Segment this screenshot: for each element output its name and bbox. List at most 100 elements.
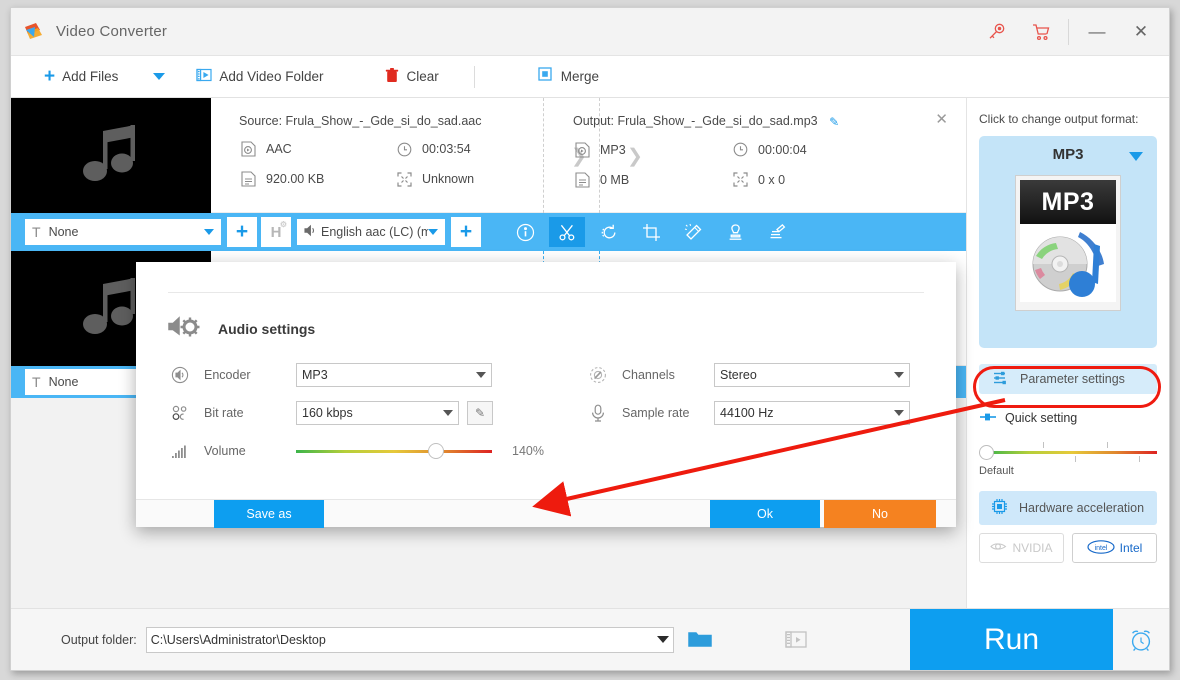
chevron-down-icon[interactable] [1129, 152, 1143, 161]
volume-track [296, 442, 492, 459]
minimize-button[interactable]: — [1075, 8, 1119, 56]
chevron-down-icon[interactable] [656, 636, 669, 643]
parameter-settings-button[interactable]: Parameter settings [979, 364, 1157, 394]
media-file-icon [573, 141, 591, 159]
encoder-select[interactable]: MP3 [296, 363, 492, 387]
effect-icon[interactable] [675, 217, 711, 247]
add-files-dropdown-icon[interactable] [153, 73, 166, 80]
cpu-chip-icon [991, 498, 1008, 518]
rename-pencil-icon[interactable]: ✎ [829, 115, 839, 129]
channels-value: Stereo [720, 368, 757, 382]
clock-icon [731, 141, 749, 159]
crop-icon[interactable] [633, 217, 669, 247]
dialog-divider [168, 292, 924, 293]
save-as-button[interactable]: Save as [214, 499, 324, 528]
add-files-label: Add Files [62, 69, 119, 84]
volume-icon [168, 443, 192, 459]
app-logo-icon [23, 21, 45, 43]
source-format: AAC [239, 140, 395, 158]
quality-slider[interactable]: Default [979, 442, 1157, 477]
channels-field: Channels Stereo [586, 356, 936, 394]
folder-icon[interactable] [674, 609, 726, 671]
bitrate-field: Bit rate 160 kbps ✎ [168, 394, 548, 432]
output-meta-row-2: 0 MB 0 x 0 [573, 171, 968, 189]
bitrate-label: Bit rate [204, 406, 244, 420]
channels-label: Channels [622, 368, 675, 382]
encoder-field: Encoder MP3 [168, 356, 548, 394]
add-video-folder-button[interactable]: Add Video Folder [187, 56, 332, 97]
close-button[interactable]: ✕ [1119, 8, 1163, 56]
chevron-down-icon [476, 372, 486, 378]
output-list-icon[interactable] [770, 609, 822, 671]
nvidia-eye-icon [990, 541, 1007, 555]
volume-field: Volume 140% [168, 432, 548, 470]
info-icon[interactable] [507, 217, 543, 247]
intel-logo-icon: intel [1087, 539, 1115, 557]
dialog-left-column: Encoder MP3 Bit rate 160 kbps ✎ Volume 1… [168, 356, 548, 470]
quality-slider-knob[interactable] [979, 445, 994, 460]
rotate-icon[interactable] [591, 217, 627, 247]
channels-icon [586, 366, 610, 384]
clear-button[interactable]: Clear [376, 56, 447, 97]
remove-file-button[interactable]: ✕ [935, 110, 948, 128]
chevron-down-icon [443, 410, 453, 416]
ok-button[interactable]: Ok [710, 499, 820, 528]
add-audio-track-button[interactable]: + [451, 217, 481, 247]
row-tools [507, 217, 801, 247]
output-meta-row-1: MP3 00:00:04 [573, 141, 968, 159]
hardware-badge-button[interactable]: H ⚙ [261, 217, 291, 247]
subtitle-select[interactable]: T None [25, 219, 221, 245]
add-subtitle-button[interactable]: + [227, 217, 257, 247]
output-folder-label: Output folder: [61, 632, 137, 647]
volume-slider-knob[interactable] [428, 442, 444, 459]
output-format: MP3 [573, 141, 731, 159]
audio-settings-icon [168, 314, 202, 343]
key-icon[interactable] [974, 8, 1018, 56]
merge-icon [538, 67, 554, 86]
quick-setting-label: Quick setting [1005, 410, 1078, 425]
gpu-intel-label: Intel [1119, 541, 1143, 555]
source-format-value: AAC [266, 142, 292, 156]
encoder-icon [168, 366, 192, 384]
samplerate-value: 44100 Hz [720, 406, 774, 420]
add-files-button[interactable]: + Add Files [35, 56, 127, 97]
output-format-value: MP3 [600, 142, 626, 157]
file-row[interactable]: Source: Frula_Show_-_Gde_si_do_sad.aac A… [11, 98, 968, 213]
edit-bitrate-button[interactable]: ✎ [467, 401, 493, 425]
gpu-intel-button[interactable]: intel Intel [1072, 533, 1157, 563]
add-video-folder-label: Add Video Folder [219, 69, 324, 84]
resolution-icon [395, 170, 413, 188]
dialog-title: Audio settings [168, 314, 315, 343]
watermark-icon[interactable] [717, 217, 753, 247]
cart-icon[interactable] [1018, 8, 1062, 56]
parameter-settings-label: Parameter settings [1020, 372, 1125, 386]
dialog-footer: Save as Ok No [136, 499, 956, 528]
samplerate-field: Sample rate 44100 Hz [586, 394, 936, 432]
scissors-icon[interactable] [549, 217, 585, 247]
subtitle-edit-icon[interactable] [759, 217, 795, 247]
output-format-card[interactable]: MP3 MP3 [979, 136, 1157, 348]
merge-button[interactable]: Merge [529, 56, 608, 97]
audio-track-select[interactable]: English aac (LC) (mp [297, 219, 445, 245]
plus-icon: + [44, 66, 56, 87]
channels-select[interactable]: Stereo [714, 363, 910, 387]
quick-setting-button[interactable]: Quick setting [979, 410, 1157, 425]
hardware-acceleration-button[interactable]: Hardware acceleration [979, 491, 1157, 525]
no-button[interactable]: No [824, 499, 936, 528]
bitrate-select[interactable]: 160 kbps [296, 401, 459, 425]
output-resolution: 0 x 0 [731, 171, 889, 189]
row-action-bar: T None + H ⚙ English aac (LC) (mp + [11, 213, 968, 251]
alarm-icon[interactable] [1113, 609, 1169, 671]
dialog-title-label: Audio settings [218, 320, 316, 337]
output-duration: 00:00:04 [731, 141, 889, 159]
bitrate-value: 160 kbps [302, 406, 353, 420]
gpu-nvidia-button[interactable]: NVIDIA [979, 533, 1064, 563]
output-folder-input[interactable]: C:\Users\Administrator\Desktop [145, 626, 674, 653]
source-column: Source: Frula_Show_-_Gde_si_do_sad.aac A… [211, 98, 551, 212]
source-filename: Source: Frula_Show_-_Gde_si_do_sad.aac [239, 114, 482, 128]
encoder-value: MP3 [302, 368, 328, 382]
volume-slider[interactable]: 140% [296, 442, 544, 459]
samplerate-select[interactable]: 44100 Hz [714, 401, 910, 425]
run-button[interactable]: Run [910, 608, 1113, 670]
document-icon [239, 170, 257, 188]
